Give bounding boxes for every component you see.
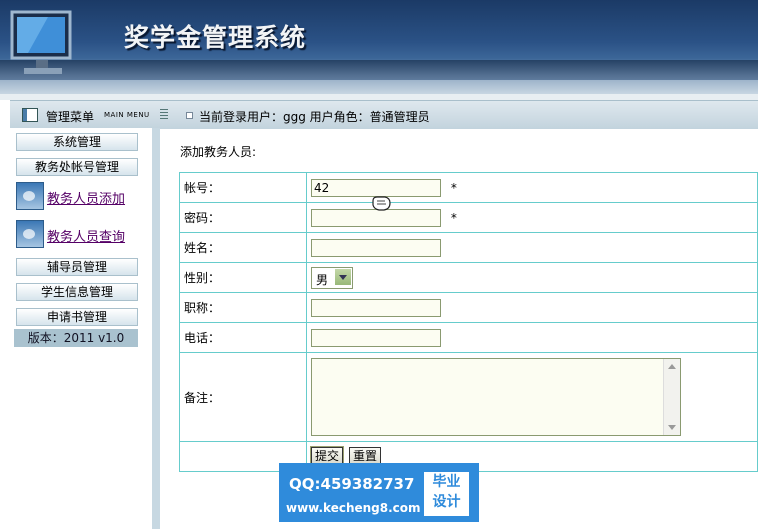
form-row-password: 密码： * [179,202,758,233]
monitor-icon [10,10,72,74]
add-user-icon [16,182,44,210]
watermark-badge-line2: 设计 [432,494,461,510]
form-row-gender: 性别： 男 [179,262,758,293]
form-row-phone: 电话： [179,322,758,353]
app-title: 奖学金管理系统 [124,23,307,52]
account-label: 帐号： [179,172,307,203]
remark-label: 备注： [179,352,307,442]
sidebar-link-add-staff-label[interactable]: 教务人员添加 [47,188,125,207]
sidebar: 系统管理 教务处帐号管理 教务人员添加 教务人员查询 辅导员管理 学生信息管理 … [10,128,160,529]
phone-input[interactable] [311,328,441,347]
remark-textarea[interactable] [311,358,681,436]
sidebar-item-academic-accounts[interactable]: 教务处帐号管理 [16,158,138,176]
app-header: 奖学金管理系统 [0,0,758,94]
hand-cursor-icon [372,196,391,211]
menu-label: 管理菜单 [46,110,95,124]
search-user-icon [16,220,44,248]
sidebar-item-applications[interactable]: 申请书管理 [16,308,138,326]
watermark-banner: QQ:459382737 www.kecheng8.com 毕业 设计 [279,463,479,522]
version-label: 版本：2011 v1.0 [14,329,138,347]
user-info-text: 当前登录用户：ggg 用户角色：普通管理员 [199,110,430,124]
header-band [0,60,758,80]
gender-label: 性别： [179,262,307,293]
form-row-title: 职称： [179,292,758,323]
gender-select[interactable]: 男 [311,266,353,289]
bullet-icon [186,112,193,119]
account-required-mark: * [450,180,457,195]
phone-label: 电话： [179,322,307,353]
gender-select-value: 男 [316,272,329,287]
password-label: 密码： [179,202,307,233]
staff-form: 帐号： * 密码： * 姓名： 性别： 男 职称： 电话： [179,172,758,472]
menu-icon [22,108,38,122]
watermark-badge-line1: 毕业 [432,474,461,490]
watermark-badge: 毕业 设计 [424,472,469,516]
title-label: 职称： [179,292,307,323]
top-bar: 管理菜单 MAIN MENU 当前登录用户：ggg 用户角色：普通管理员 [10,100,758,129]
form-row-name: 姓名： [179,232,758,263]
textarea-scrollbar[interactable] [663,359,680,435]
menu-sub-label: MAIN MENU [104,111,150,119]
name-label: 姓名： [179,232,307,263]
name-input[interactable] [311,238,441,257]
form-row-remark: 备注： [179,352,758,442]
chevron-down-icon[interactable] [335,268,351,285]
user-info: 当前登录用户：ggg 用户角色：普通管理员 [186,108,430,125]
title-input[interactable] [311,298,441,317]
grip-icon [160,109,168,119]
watermark-url: www.kecheng8.com [286,501,421,515]
form-row-account: 帐号： * [179,172,758,203]
password-required-mark: * [450,210,457,225]
sidebar-item-counselor[interactable]: 辅导员管理 [16,258,138,276]
sidebar-link-query-staff-label[interactable]: 教务人员查询 [47,226,125,245]
page-title: 添加教务人员: [180,145,257,159]
sidebar-item-system[interactable]: 系统管理 [16,133,138,151]
sidebar-item-student-info[interactable]: 学生信息管理 [16,283,138,301]
watermark-qq: QQ:459382737 [289,475,415,493]
